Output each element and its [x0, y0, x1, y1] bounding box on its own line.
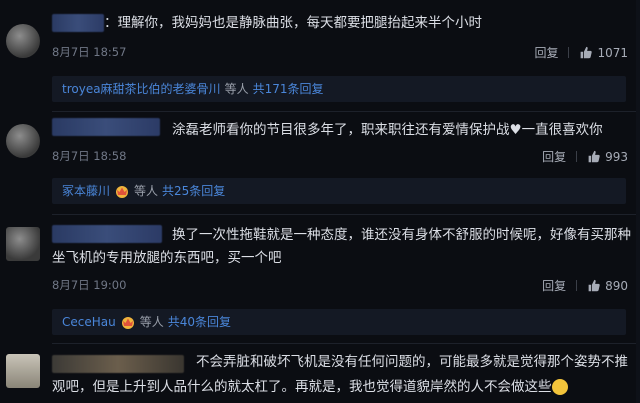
like-button[interactable]: 890	[587, 279, 628, 293]
username-blurred[interactable]	[52, 355, 184, 373]
reply-thread-summary[interactable]: CeceHau 等人 共40条回复	[52, 309, 626, 335]
avatar[interactable]	[6, 227, 40, 261]
thumbs-up-icon	[581, 46, 593, 59]
comment-text: ：理解你，我妈妈也是静脉曲张，每天都要把腿抬起来半个小时	[104, 15, 482, 31]
thumbs-up-icon	[588, 150, 600, 163]
comment-text-line-2: 观吧，但是上升到人品什么的就太杠了。再就是，我也觉得道貌岸然的人不会做这些	[52, 375, 568, 400]
avatar[interactable]	[6, 354, 40, 388]
comment-timestamp: 8月7日 19:00	[52, 278, 127, 292]
comment-2: 涂磊老师看你的节目很多年了，职来职往还有爱情保护战♥一直很喜欢你 8月7日 18…	[0, 112, 640, 210]
comment-1: ：理解你，我妈妈也是静脉曲张，每天都要把腿抬起来半个小时 8月7日 18:57 …	[0, 0, 640, 108]
sweat-smile-emoji-icon	[551, 379, 568, 395]
avatar[interactable]	[6, 24, 40, 58]
comment-timestamp: 8月7日 18:58	[52, 149, 127, 163]
like-button[interactable]: 1071	[579, 46, 628, 60]
action-divider	[568, 47, 570, 58]
comment-text-line-2: 坐飞机的专用放腿的东西吧，买一个吧	[52, 250, 282, 266]
thumbs-up-icon	[588, 279, 600, 292]
like-count: 890	[605, 278, 628, 293]
reply-button[interactable]: 回复	[534, 44, 558, 61]
username-blurred[interactable]	[52, 14, 104, 32]
reply-thread-summary[interactable]: 冢本藤川 等人 共25条回复	[52, 178, 626, 204]
comment-actions: 回复 890	[542, 277, 628, 294]
reply-thread-user[interactable]: CeceHau	[62, 309, 116, 335]
comment-text-line-1: 换了一次性拖鞋就是一种态度，谁还没有身体不舒服的时候呢，好像有买那种	[172, 227, 631, 243]
username-blurred[interactable]	[52, 118, 160, 136]
comment-timestamp: 8月7日 18:57	[52, 45, 127, 59]
like-button[interactable]: 993	[587, 150, 628, 164]
scrollbar[interactable]	[636, 0, 640, 403]
comment-text-line-1: 不会弄脏和破坏飞机是没有任何问题的，可能最多就是觉得那个姿势不推	[196, 354, 628, 370]
crown-badge-icon	[116, 186, 129, 198]
reply-thread-count[interactable]: 共25条回复	[162, 178, 225, 204]
reply-thread-user[interactable]: troyea麻甜茶比伯的老婆骨川	[62, 76, 221, 102]
reply-thread-count[interactable]: 共171条回复	[253, 76, 324, 102]
reply-thread-suffix: 等人	[224, 82, 249, 96]
like-count: 1071	[597, 45, 628, 60]
reply-thread-count[interactable]: 共40条回复	[168, 309, 231, 335]
comment-4: 不会弄脏和破坏飞机是没有任何问题的，可能最多就是觉得那个姿势不推 观吧，但是上升…	[0, 344, 640, 403]
avatar[interactable]	[6, 124, 40, 158]
reply-thread-suffix: 等人	[139, 315, 164, 329]
reply-thread-summary[interactable]: troyea麻甜茶比伯的老婆骨川 等人 共171条回复	[52, 76, 626, 102]
reply-button[interactable]: 回复	[542, 277, 566, 294]
comment-text-line-2-content: 观吧，但是上升到人品什么的就太杠了。再就是，我也觉得道貌岸然的人不会做这些	[52, 379, 552, 395]
action-divider	[576, 280, 578, 291]
reply-thread-user[interactable]: 冢本藤川	[62, 178, 110, 204]
like-count: 993	[605, 149, 628, 164]
reply-thread-suffix: 等人	[134, 184, 159, 198]
comment-actions: 回复 993	[542, 148, 628, 165]
username-blurred[interactable]	[52, 225, 162, 243]
reply-button[interactable]: 回复	[542, 148, 566, 165]
comment-text: 涂磊老师看你的节目很多年了，职来职往还有爱情保护战♥一直很喜欢你	[172, 122, 603, 138]
crown-badge-icon	[121, 317, 134, 329]
action-divider	[576, 151, 578, 162]
comment-3: 换了一次性拖鞋就是一种态度，谁还没有身体不舒服的时候呢，好像有买那种 坐飞机的专…	[0, 215, 640, 340]
comment-actions: 回复 1071	[534, 44, 628, 61]
